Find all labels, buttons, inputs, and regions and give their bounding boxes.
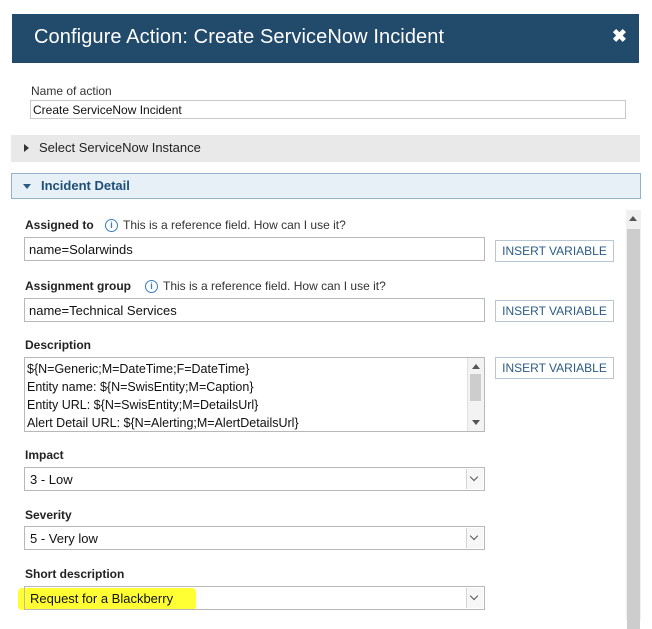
impact-label: Impact bbox=[25, 448, 64, 462]
assigned-to-label: Assigned to bbox=[25, 218, 94, 232]
insert-variable-button[interactable]: INSERT VARIABLE bbox=[495, 240, 614, 262]
triangle-right-icon bbox=[24, 144, 29, 152]
description-lines: ${N=Generic;M=DateTime;F=DateTime} Entit… bbox=[27, 360, 299, 431]
reference-info: i This is a reference field. How can I us… bbox=[145, 279, 386, 293]
scroll-thumb[interactable] bbox=[627, 229, 640, 629]
description-line: Entity name: ${N=SwisEntity;M=Caption} bbox=[27, 380, 254, 394]
severity-select[interactable]: 5 - Very low bbox=[24, 526, 485, 550]
chevron-down-icon[interactable] bbox=[466, 588, 483, 608]
info-icon: i bbox=[105, 219, 118, 232]
insert-variable-button[interactable]: INSERT VARIABLE bbox=[495, 357, 614, 379]
description-scrollbar[interactable] bbox=[467, 358, 484, 431]
short-description-value: Request for a Blackberry bbox=[30, 591, 174, 606]
section-incident-detail[interactable]: Incident Detail bbox=[11, 173, 641, 199]
chevron-down-icon[interactable] bbox=[466, 528, 483, 548]
severity-label: Severity bbox=[25, 508, 72, 522]
triangle-down-icon bbox=[23, 184, 31, 189]
scroll-up-icon[interactable] bbox=[472, 364, 480, 369]
assignment-group-input[interactable] bbox=[24, 298, 485, 322]
assignment-group-label: Assignment group bbox=[25, 279, 132, 293]
description-line: Entity URL: ${N=SwisEntity;M=DetailsUrl} bbox=[27, 398, 259, 412]
scroll-down-icon[interactable] bbox=[472, 420, 480, 425]
dialog-title: Configure Action: Create ServiceNow Inci… bbox=[34, 26, 445, 48]
chevron-down-icon[interactable] bbox=[466, 469, 483, 489]
close-icon[interactable]: ✖ bbox=[612, 26, 627, 47]
dialog-titlebar: Configure Action: Create ServiceNow Inci… bbox=[12, 14, 639, 63]
name-of-action-label: Name of action bbox=[31, 84, 112, 98]
description-line: ${N=Generic;M=DateTime;F=DateTime} bbox=[27, 362, 250, 376]
assigned-to-input[interactable] bbox=[24, 237, 485, 261]
info-icon: i bbox=[145, 280, 158, 293]
section-label: Select ServiceNow Instance bbox=[39, 140, 201, 155]
severity-value: 5 - Very low bbox=[30, 531, 98, 546]
help-link[interactable]: How can I use it? bbox=[294, 279, 386, 293]
description-label: Description bbox=[25, 338, 92, 352]
help-link[interactable]: How can I use it? bbox=[254, 218, 346, 232]
scroll-thumb[interactable] bbox=[470, 374, 481, 401]
scroll-up-icon[interactable] bbox=[629, 216, 637, 221]
section-label: Incident Detail bbox=[41, 178, 130, 193]
reference-info: i This is a reference field. How can I us… bbox=[105, 218, 346, 232]
panel-scrollbar[interactable] bbox=[626, 210, 641, 629]
section-select-servicenow-instance[interactable]: Select ServiceNow Instance bbox=[11, 135, 640, 162]
name-of-action-input[interactable] bbox=[30, 100, 626, 119]
short-description-label: Short description bbox=[25, 567, 125, 581]
insert-variable-button[interactable]: INSERT VARIABLE bbox=[495, 300, 614, 322]
short-description-select[interactable]: Request for a Blackberry bbox=[24, 586, 485, 610]
impact-value: 3 - Low bbox=[30, 472, 73, 487]
impact-select[interactable]: 3 - Low bbox=[24, 467, 485, 491]
description-textarea[interactable]: ${N=Generic;M=DateTime;F=DateTime} Entit… bbox=[24, 357, 485, 432]
description-line: Alert Detail URL: ${N=Alerting;M=AlertDe… bbox=[27, 416, 299, 430]
